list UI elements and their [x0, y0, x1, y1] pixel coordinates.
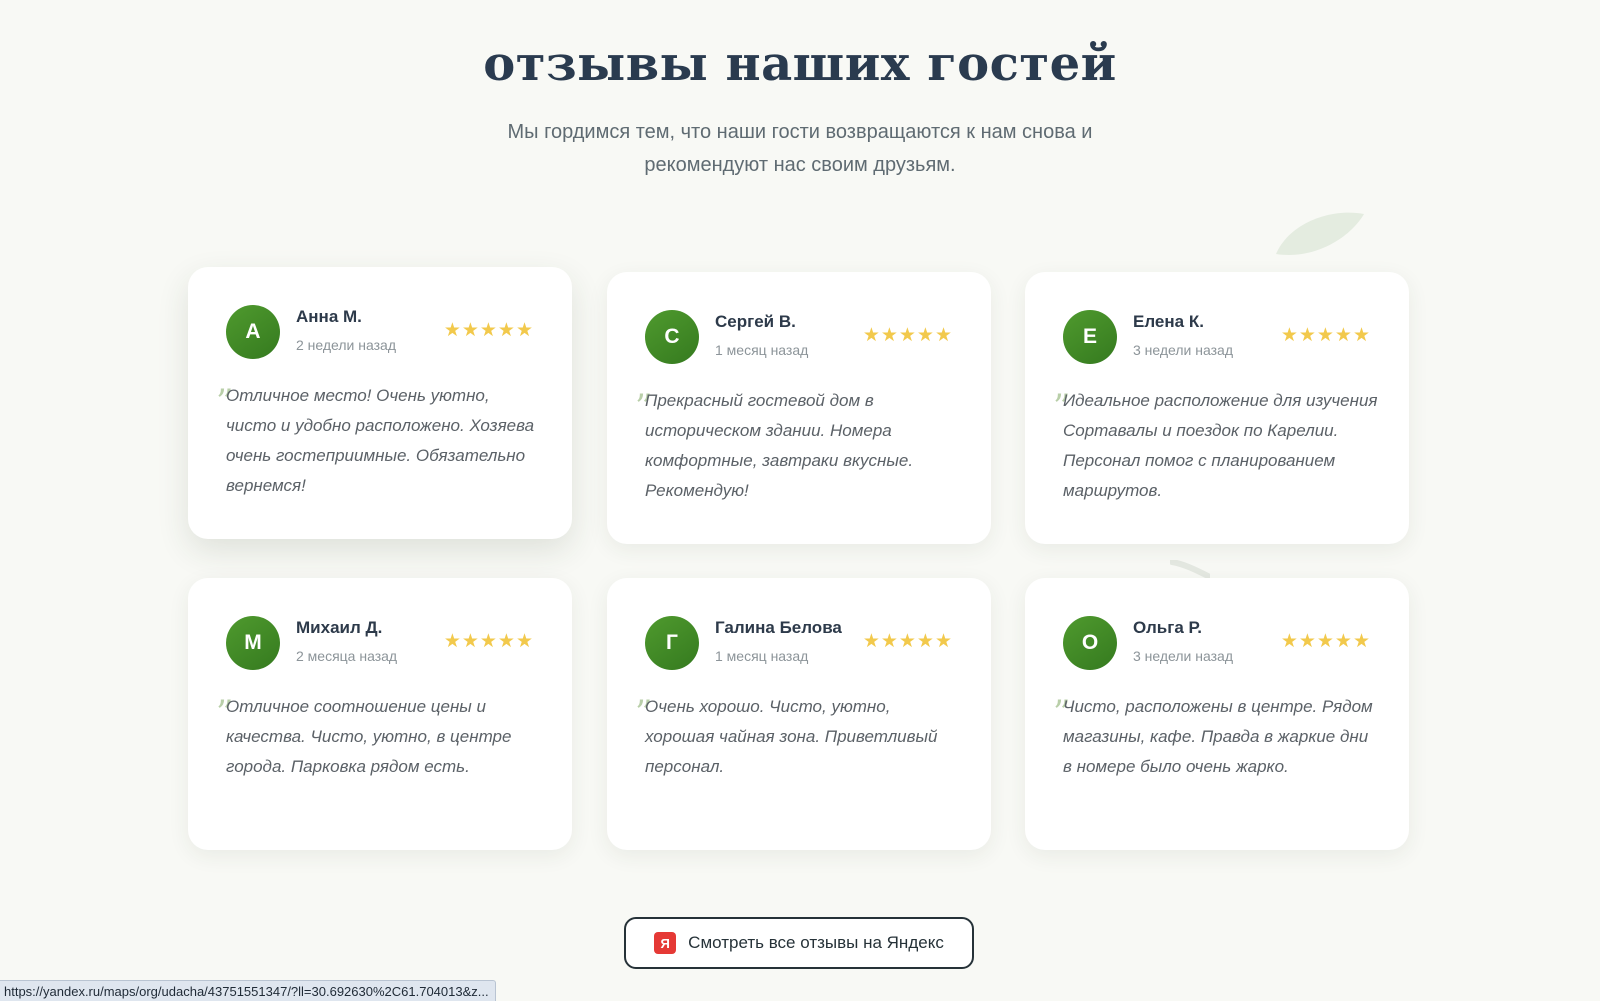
leaf-decoration-icon — [1276, 212, 1364, 255]
review-card: О Ольга Р. 3 недели назад ★★★★★ ” Чисто,… — [1025, 578, 1409, 850]
star-rating-icon: ★★★★★ — [443, 631, 534, 652]
star-rating-icon: ★★★★★ — [1280, 325, 1371, 346]
avatar: С — [645, 310, 699, 364]
section-subtitle: Мы гордимся тем, что наши гости возвраща… — [507, 121, 1093, 176]
review-date: 3 недели назад — [1133, 648, 1233, 664]
status-bar-url: https://yandex.ru/maps/org/udacha/437515… — [0, 980, 496, 1001]
avatar: Г — [645, 616, 699, 670]
review-date: 3 недели назад — [1133, 342, 1233, 358]
reviewer-name: Елена К. — [1133, 312, 1204, 331]
star-rating-icon: ★★★★★ — [1280, 631, 1371, 652]
review-text: Отличное место! Очень уютно, чисто и удо… — [226, 386, 535, 495]
section-title: отзывы наших гостей — [483, 36, 1117, 92]
reviewer-name: Галина Белова — [715, 618, 842, 637]
reviewer-name: Сергей В. — [715, 312, 796, 331]
review-date: 1 месяц назад — [715, 648, 809, 664]
review-text: Идеальное расположение для изучения Сорт… — [1063, 391, 1378, 500]
review-text: Прекрасный гостевой дом в историческом з… — [645, 391, 914, 500]
review-text: Очень хорошо. Чисто, уютно, хорошая чайн… — [645, 697, 938, 776]
review-date: 2 недели назад — [296, 337, 396, 353]
avatar: А — [226, 305, 280, 359]
star-rating-icon: ★★★★★ — [862, 631, 953, 652]
avatar: Е — [1063, 310, 1117, 364]
review-date: 1 месяц назад — [715, 342, 809, 358]
review-card: С Сергей В. 1 месяц назад ★★★★★ ” Прекра… — [607, 272, 991, 544]
review-card: М Михаил Д. 2 месяца назад ★★★★★ ” Отлич… — [188, 578, 572, 850]
reviewer-name: Ольга Р. — [1133, 618, 1203, 637]
review-card: Е Елена К. 3 недели назад ★★★★★ ” Идеаль… — [1025, 272, 1409, 544]
star-rating-icon: ★★★★★ — [862, 325, 953, 346]
star-rating-icon: ★★★★★ — [443, 320, 534, 341]
review-text: Чисто, расположены в центре. Рядом магаз… — [1063, 697, 1373, 776]
review-text: Отличное соотношение цены и качества. Чи… — [226, 697, 512, 776]
leaf-decoration-icon — [1170, 560, 1210, 578]
review-card: Г Галина Белова 1 месяц назад ★★★★★ ” Оч… — [607, 578, 991, 850]
reviewer-name: Михаил Д. — [296, 618, 383, 637]
yandex-logo-icon: Я — [654, 932, 677, 954]
reviewer-name: Анна М. — [296, 307, 362, 326]
avatar: М — [226, 616, 280, 670]
avatar: О — [1063, 616, 1117, 670]
review-date: 2 месяца назад — [296, 648, 398, 664]
yandex-reviews-button[interactable]: Я Смотреть все отзывы на Яндекс — [624, 917, 974, 969]
review-card: А Анна М. 2 недели назад ★★★★★ ” Отлично… — [188, 267, 572, 539]
yandex-button-label: Смотреть все отзывы на Яндекс — [688, 933, 944, 952]
